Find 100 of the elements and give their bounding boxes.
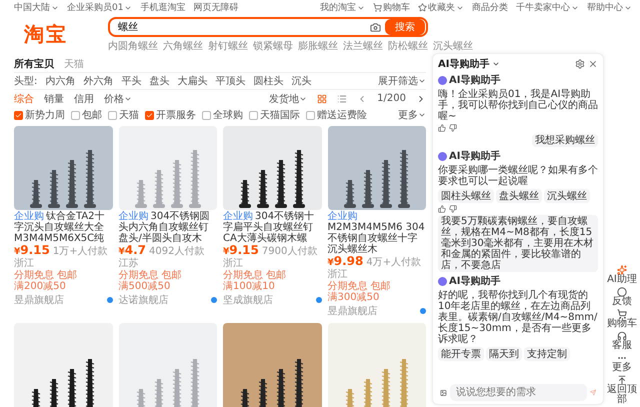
headset-icon <box>617 331 627 341</box>
filter-option[interactable]: 平头 <box>121 74 142 88</box>
suggestion-chip[interactable]: 沉头螺丝 <box>544 189 590 203</box>
assistant-name: AI导购助手 <box>449 150 500 163</box>
assistant-name: AI导购助手 <box>449 74 500 87</box>
filter-option[interactable]: 平顶头 <box>215 74 246 88</box>
filter-option[interactable]: 大扁头 <box>177 74 208 88</box>
side-tool-button[interactable]: 客服 <box>605 331 639 351</box>
product-title[interactable]: 企业购 304不锈钢圆头内六角自攻螺丝钉盘头/半圆头自攻木 <box>118 211 217 244</box>
suggestion-chip[interactable]: 圆柱头螺丝 <box>438 189 494 203</box>
assistant-name: AI导购助手 <box>449 274 500 288</box>
cart-icon <box>617 309 627 319</box>
assistant-avatar <box>438 76 447 84</box>
suggestion-link[interactable]: 内圆角螺丝 <box>108 39 158 53</box>
top-nav-link[interactable]: 千牛卖家中心 <box>516 1 579 14</box>
sales-count: 7900人付款 <box>262 246 318 257</box>
top-nav-link[interactable]: 帮助中心 <box>587 1 632 14</box>
suggestion-link[interactable]: 六角螺丝 <box>163 39 203 53</box>
product-photo[interactable] <box>14 323 112 407</box>
filter-option[interactable]: 沉头 <box>291 74 312 88</box>
top-nav-link[interactable]: 购物车 <box>373 1 410 14</box>
product-title[interactable]: 企业购 钛合金TA2十字沉头自攻螺丝大全M3M4M5M6X5C纯 <box>14 211 112 244</box>
suggestion-link[interactable]: 沉头螺丝 <box>433 39 473 53</box>
close-icon[interactable] <box>588 59 598 69</box>
tab[interactable]: 所有宝贝 <box>14 57 54 71</box>
sort-option[interactable]: 销量 <box>44 92 64 106</box>
filter-checkbox[interactable]: 开票服务 <box>145 108 196 122</box>
suggestion-link[interactable]: 防松螺丝 <box>388 39 428 53</box>
filter-checkbox[interactable]: 新势力周 <box>14 108 65 122</box>
suggestion-link[interactable]: 法兰螺丝 <box>343 39 383 53</box>
camera-icon[interactable] <box>370 22 381 32</box>
thumbs-up-icon[interactable] <box>438 124 446 132</box>
top-nav-link[interactable]: 收藏夹 <box>418 1 464 14</box>
settings-icon[interactable] <box>575 59 585 69</box>
product-photo[interactable] <box>223 126 322 210</box>
product-photo[interactable] <box>223 323 322 407</box>
thumbs-down-icon[interactable] <box>449 124 457 132</box>
more-filters-link[interactable]: 更多 <box>398 108 426 122</box>
check-icon <box>146 112 153 118</box>
sort-option[interactable]: 信用 <box>74 92 94 106</box>
top-nav-link[interactable]: 中国大陆 <box>14 1 59 14</box>
top-nav-link[interactable]: 网页无障碍 <box>193 1 238 14</box>
panel-title[interactable]: AI导购助手 <box>438 57 490 71</box>
filter-option[interactable]: 外六角 <box>83 74 114 88</box>
cart-icon <box>373 3 382 12</box>
promo-tag: 满500减50 <box>118 281 170 292</box>
check-icon <box>15 112 22 118</box>
suggestion-chip[interactable]: 盘头螺丝 <box>496 189 542 203</box>
side-tool-button[interactable]: 反馈 <box>605 287 639 307</box>
suggestion-chip[interactable]: 隔天到 <box>486 347 522 361</box>
top-nav-link[interactable]: 商品分类 <box>472 1 508 14</box>
region: 浙江 <box>14 258 34 269</box>
sparkle-icon <box>617 265 627 275</box>
side-tool-button[interactable]: 购物车 <box>605 309 639 329</box>
filter-option[interactable]: 盘头 <box>149 74 170 88</box>
filter-option[interactable]: 内六角 <box>45 74 76 88</box>
suggestion-chip[interactable]: 能开专票 <box>438 347 484 361</box>
back-to-top-icon <box>617 375 627 385</box>
caret-icon[interactable] <box>492 60 500 68</box>
caret-icon <box>418 77 426 85</box>
location-dropdown[interactable]: 发货地 <box>269 92 308 106</box>
assistant-avatar <box>438 276 447 286</box>
product-title[interactable]: 企业购 M2M3M4M5M6 304不锈钢自攻螺丝十字沉头螺丝木 <box>328 211 426 255</box>
top-nav-link[interactable]: 我的淘宝 <box>320 1 365 14</box>
search-field[interactable]: 螺丝 搜索 <box>108 17 428 37</box>
status-dot <box>106 297 112 303</box>
list-view-icon[interactable] <box>337 94 348 104</box>
expand-filter-link[interactable]: 展开筛选 <box>378 74 426 88</box>
product-title[interactable]: 企业购 304不锈钢十字扁平头自攻螺丝钉CA大薄头碳钢木螺 <box>223 211 322 244</box>
thumbs-up-icon[interactable] <box>438 205 446 213</box>
sales-count: 4万+人付款 <box>366 257 422 268</box>
user-message: 我要5万颗碳素钢螺丝，要自攻螺丝，规格在M4~M8都有，长度15毫米到30毫米都有，主要用在木材和金属的紧固件，要比较靠谱的店，不要急店 <box>438 215 598 272</box>
suggestion-link[interactable]: 锁紧螺母 <box>253 39 293 53</box>
region: 浙江 <box>223 258 243 269</box>
product-price: ¥9.15 <box>14 245 50 258</box>
filter-checkbox[interactable]: 天猫 <box>108 108 139 122</box>
filter-checkbox[interactable]: 天猫国际 <box>249 108 300 122</box>
suggestion-link[interactable]: 射钉螺丝 <box>208 39 248 53</box>
side-tool-button[interactable]: 更多 <box>605 353 639 373</box>
message-input[interactable]: 说说您想要的需求 <box>450 384 587 401</box>
assistant-message: 嗨！企业采购员01，我是AI导购助手，我可以帮你找到自己心仪的商品喔~ <box>438 89 598 122</box>
image-icon[interactable] <box>440 388 447 398</box>
top-nav-link[interactable]: 手机逛淘宝 <box>140 1 186 14</box>
star-icon <box>418 3 427 12</box>
filter-checkbox[interactable]: 包邮 <box>71 108 102 122</box>
user-message: 我想采购螺丝 <box>532 134 598 147</box>
suggestion-chip[interactable]: 支持定制 <box>524 347 570 361</box>
thumbs-down-icon[interactable] <box>449 205 457 213</box>
caret-icon <box>418 111 426 119</box>
sort-option[interactable]: 价格 <box>104 92 132 106</box>
top-nav-link[interactable]: 企业采购员01 <box>67 1 132 14</box>
filter-option[interactable]: 圆柱头 <box>253 74 284 88</box>
suggestion-link[interactable]: 膨胀螺丝 <box>298 39 338 53</box>
grid-view-icon[interactable] <box>317 94 328 104</box>
filter-checkbox[interactable]: 全球购 <box>202 108 243 122</box>
filter-checkbox[interactable]: 赠送运费险 <box>306 108 367 122</box>
assistant-avatar <box>438 152 447 160</box>
side-tool-button[interactable]: 返回顶部 <box>605 375 639 405</box>
product-price: ¥4.7 <box>118 245 146 258</box>
side-tool-button[interactable]: AI助理 <box>605 265 639 285</box>
